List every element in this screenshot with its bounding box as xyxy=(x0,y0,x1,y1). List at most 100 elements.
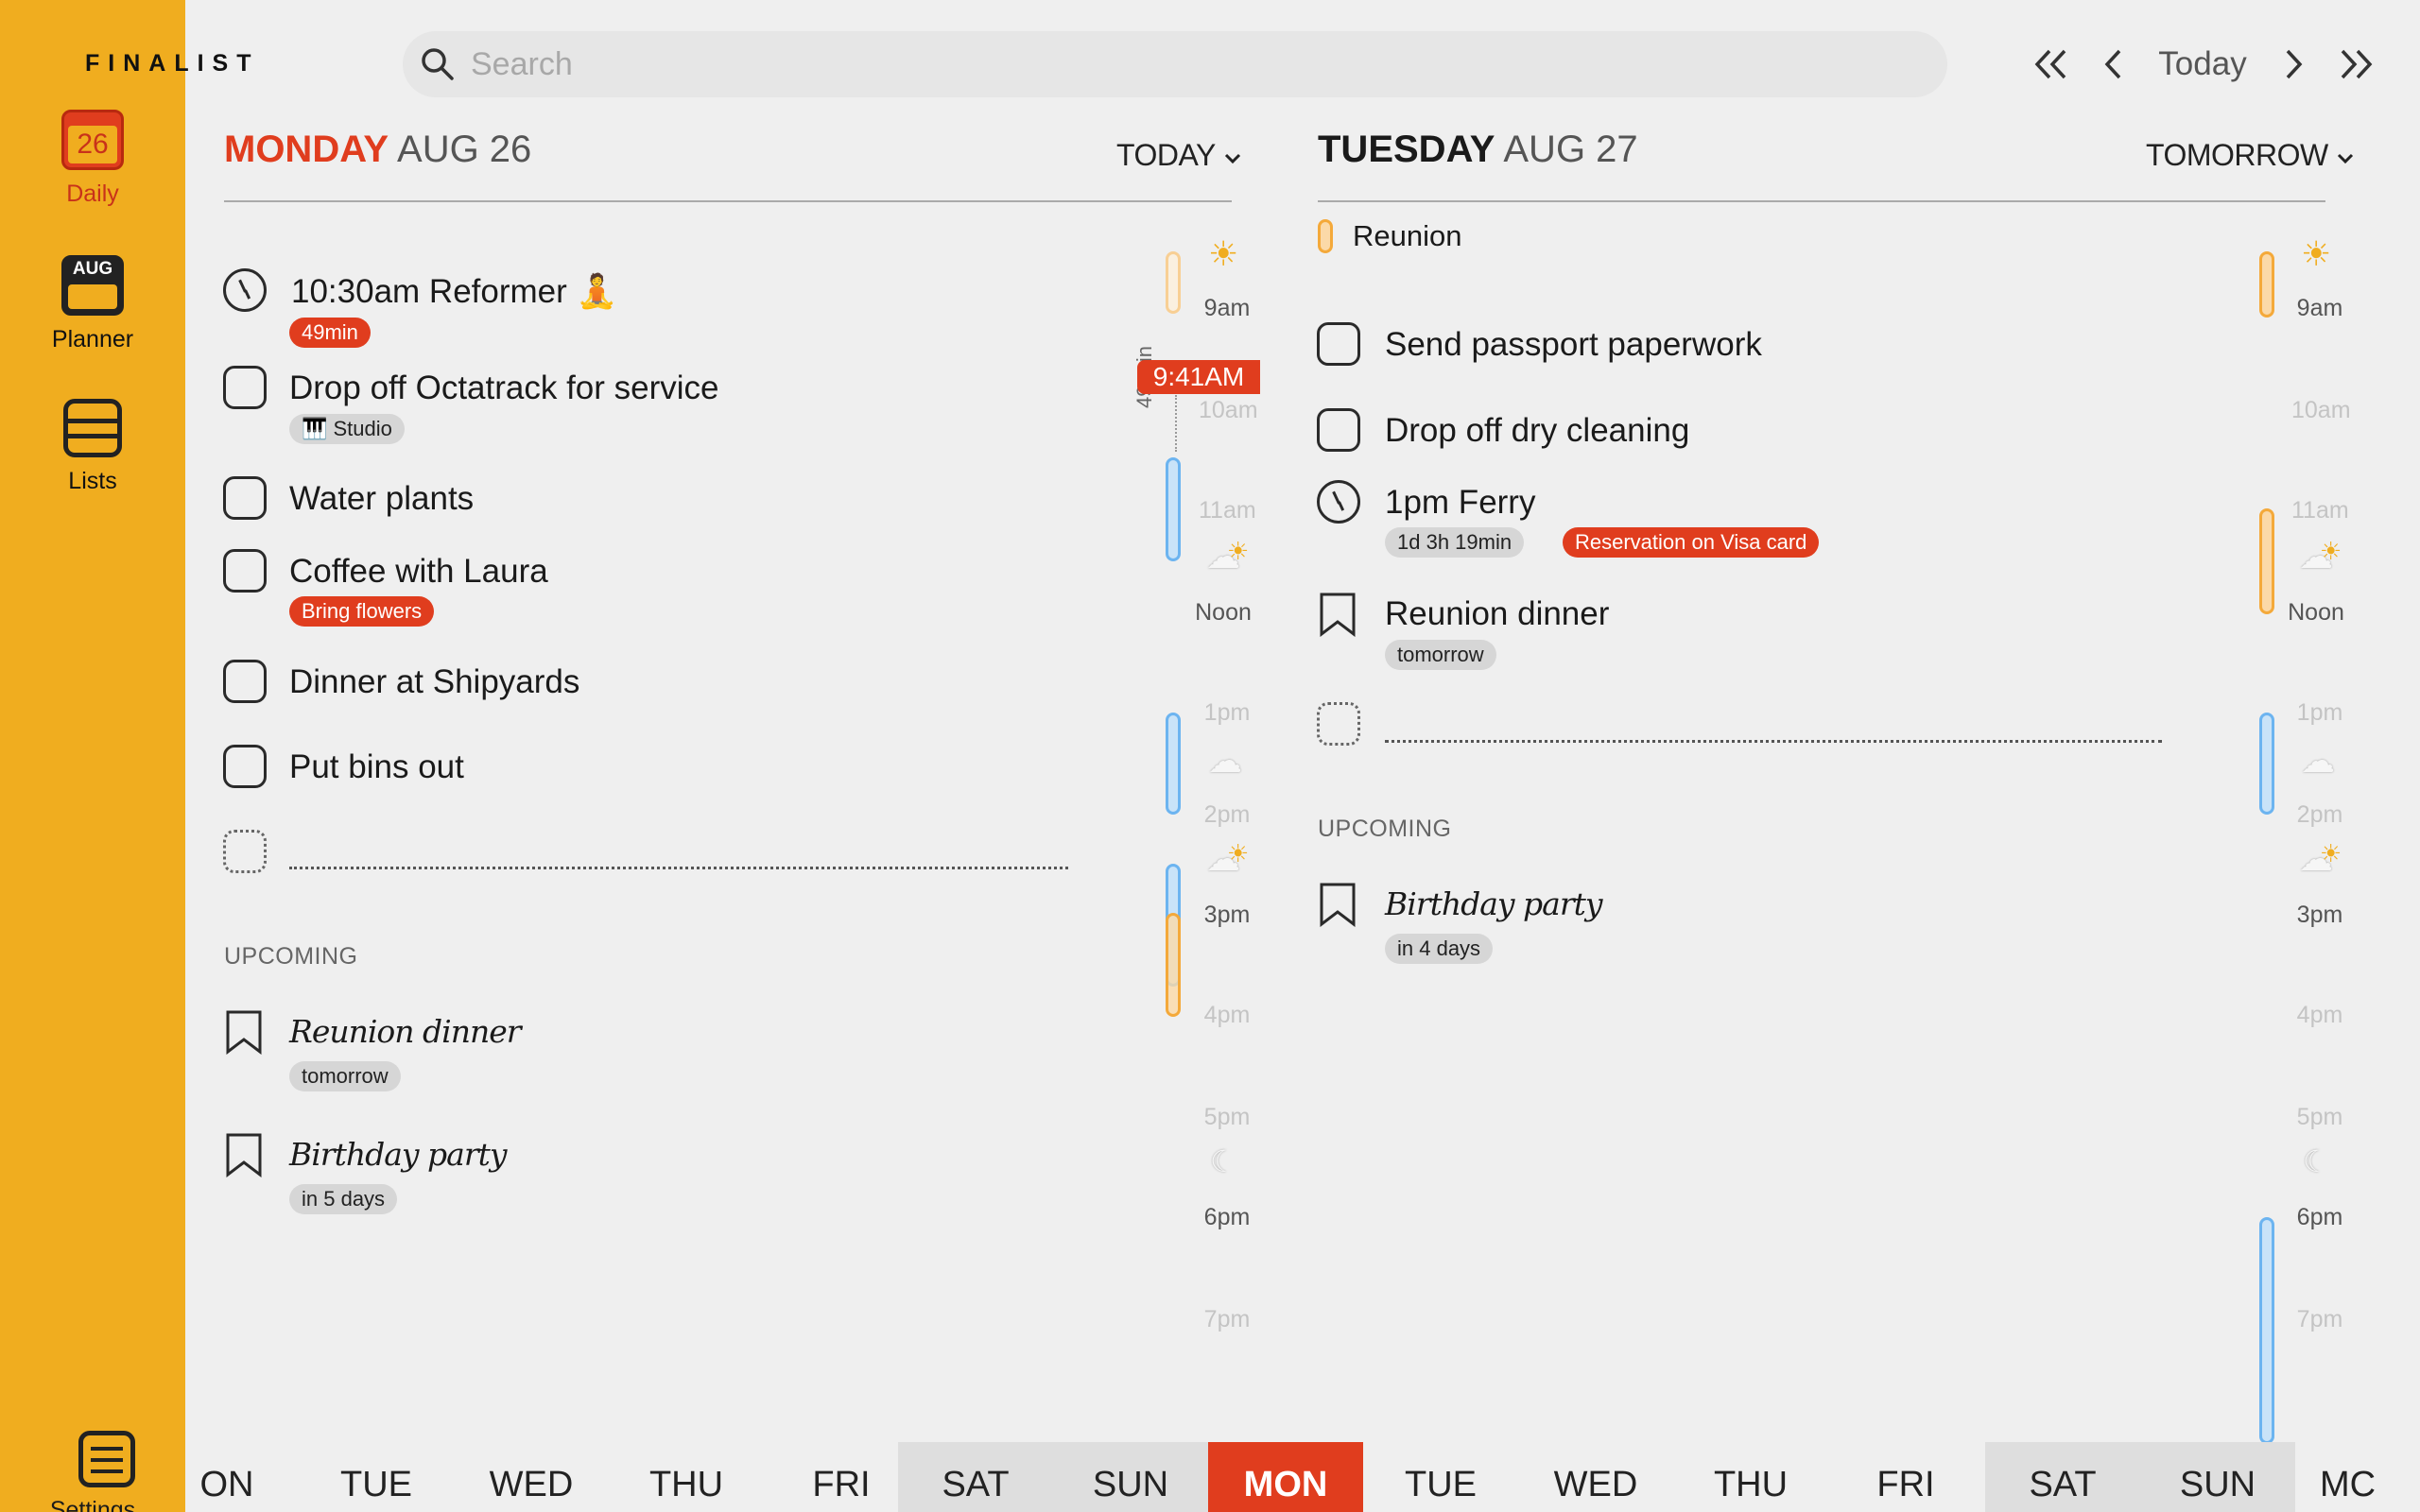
timeline-hour: 3pm xyxy=(1203,902,1251,928)
sun-icon: ☀ xyxy=(1208,234,1239,273)
timeline-hour: 5pm xyxy=(1203,1104,1251,1130)
list-tag-badge: 🎹 Studio xyxy=(289,414,405,444)
task-title[interactable]: Drop off Octatrack for service xyxy=(289,369,719,407)
timeline-hour: 10am xyxy=(2291,397,2351,423)
task-title[interactable]: Dinner at Shipyards xyxy=(289,663,579,701)
chevron-left-icon xyxy=(2104,49,2121,79)
task-checkbox[interactable] xyxy=(223,745,267,788)
week-day[interactable]: THU xyxy=(609,1442,764,1512)
bookmark-icon[interactable] xyxy=(225,1009,263,1055)
next-day-button[interactable] xyxy=(2276,38,2310,91)
week-day[interactable]: SAT xyxy=(898,1442,1053,1512)
chevron-right-icon xyxy=(2286,49,2303,79)
header-divider xyxy=(224,200,1232,202)
upcoming-title[interactable]: Reunion dinner xyxy=(289,1013,522,1050)
new-task-checkbox[interactable] xyxy=(1317,702,1360,746)
bookmark-icon[interactable] xyxy=(1319,882,1357,927)
timeline-hour: 11am xyxy=(1199,497,1256,524)
timeline-hour: 6pm xyxy=(2296,1204,2343,1230)
task-checkbox[interactable] xyxy=(1317,322,1360,366)
task-title[interactable]: 10:30am Reformer 🧘 xyxy=(291,272,617,311)
search-input[interactable] xyxy=(471,31,1889,97)
moon-icon: ☾ xyxy=(1210,1144,1237,1178)
day-selector-tuesday[interactable]: TOMORROW xyxy=(2146,138,2355,173)
timeline-event-bar[interactable] xyxy=(2259,508,2274,614)
week-day[interactable]: SAT xyxy=(1985,1442,2140,1512)
week-day[interactable]: SUN xyxy=(1053,1442,1208,1512)
search-bar[interactable] xyxy=(403,31,1947,97)
timeline-hour: 4pm xyxy=(2296,1002,2343,1028)
previous-day-button[interactable] xyxy=(2097,38,2131,91)
sidebar-item-lists[interactable]: Lists xyxy=(0,399,185,495)
chevron-down-icon xyxy=(1224,153,1240,164)
relative-date-badge: in 4 days xyxy=(1385,934,1494,964)
clock-icon[interactable] xyxy=(1317,480,1360,524)
week-day[interactable]: FRI xyxy=(1828,1442,1983,1512)
relative-date-badge: tomorrow xyxy=(1385,640,1496,670)
task-checkbox[interactable] xyxy=(1317,408,1360,452)
timeline-hour: 4pm xyxy=(1203,1002,1251,1028)
current-time-marker: 9:41AM xyxy=(1137,360,1260,394)
timeline-event-bar[interactable] xyxy=(1166,713,1181,815)
timeline-event-bar[interactable] xyxy=(2259,713,2274,815)
now-connector xyxy=(1175,395,1177,452)
header-divider xyxy=(1318,200,2325,202)
week-day[interactable]: WED xyxy=(454,1442,609,1512)
sidebar-item-planner[interactable]: AUG Planner xyxy=(0,255,185,353)
clock-icon[interactable] xyxy=(223,268,267,312)
bookmark-icon[interactable] xyxy=(1319,592,1357,637)
week-strip: ON TUE WED THU FRI SAT SUN MON TUE WED T… xyxy=(185,1442,2420,1512)
duration-badge: 49min xyxy=(289,318,371,348)
jump-back-week-button[interactable] xyxy=(2029,38,2074,91)
partly-sunny-icon: ☁☀ xyxy=(2299,537,2342,576)
timeline-event-bar[interactable] xyxy=(1166,251,1181,314)
timeline-event-bar[interactable] xyxy=(2259,251,2274,318)
timeline-hour: 9am xyxy=(1203,295,1251,321)
week-day-today[interactable]: MON xyxy=(1208,1442,1363,1512)
timeline-hour: 2pm xyxy=(2296,801,2343,828)
day-selector-monday[interactable]: TODAY xyxy=(1116,138,1242,173)
new-task-input[interactable] xyxy=(1385,740,2162,743)
timeline-event-bar[interactable] xyxy=(1166,457,1181,561)
double-chevron-left-icon xyxy=(2034,49,2066,79)
week-day[interactable]: WED xyxy=(1518,1442,1673,1512)
task-checkbox[interactable] xyxy=(223,366,267,409)
week-day[interactable]: TUE xyxy=(299,1442,454,1512)
week-day[interactable]: FRI xyxy=(764,1442,919,1512)
task-checkbox[interactable] xyxy=(223,476,267,520)
today-button[interactable]: Today xyxy=(2155,38,2250,91)
allday-event-title[interactable]: Reunion xyxy=(1353,219,1461,253)
new-task-checkbox[interactable] xyxy=(223,830,267,873)
search-icon xyxy=(422,48,454,80)
week-day[interactable]: THU xyxy=(1673,1442,1828,1512)
bookmark-icon[interactable] xyxy=(225,1132,263,1177)
week-day[interactable]: TUE xyxy=(1363,1442,1518,1512)
timeline-hour: 1pm xyxy=(1203,699,1251,726)
task-title[interactable]: 1pm Ferry xyxy=(1385,484,1535,522)
new-task-input[interactable] xyxy=(289,867,1068,869)
sidebar-item-label: Daily xyxy=(66,180,119,207)
task-title[interactable]: Water plants xyxy=(289,480,474,518)
task-title[interactable]: Reunion dinner xyxy=(1385,595,1609,633)
task-title[interactable]: Coffee with Laura xyxy=(289,553,548,591)
task-title[interactable]: Send passport paperwork xyxy=(1385,326,1762,364)
double-chevron-right-icon xyxy=(2341,49,2373,79)
jump-forward-week-button[interactable] xyxy=(2333,38,2378,91)
timeline-event-bar[interactable] xyxy=(2259,1217,2274,1444)
timeline-hour: 1pm xyxy=(2296,699,2343,726)
timeline-hour: Noon xyxy=(2288,599,2344,626)
week-day[interactable]: MC xyxy=(2295,1442,2420,1512)
task-title[interactable]: Put bins out xyxy=(289,748,464,786)
task-checkbox[interactable] xyxy=(223,549,267,593)
task-checkbox[interactable] xyxy=(223,660,267,703)
task-title[interactable]: Drop off dry cleaning xyxy=(1385,412,1689,450)
timeline-event-bar[interactable] xyxy=(1166,913,1181,1017)
upcoming-title[interactable]: Birthday party xyxy=(289,1136,508,1173)
settings-icon[interactable] xyxy=(78,1431,135,1487)
week-day[interactable]: SUN xyxy=(2140,1442,2295,1512)
week-day[interactable]: ON xyxy=(149,1442,304,1512)
sidebar-item-daily[interactable]: 26 Daily xyxy=(0,110,185,208)
upcoming-section-label: UPCOMING xyxy=(1318,816,1452,842)
lists-icon xyxy=(63,399,122,457)
upcoming-title[interactable]: Birthday party xyxy=(1385,885,1603,922)
